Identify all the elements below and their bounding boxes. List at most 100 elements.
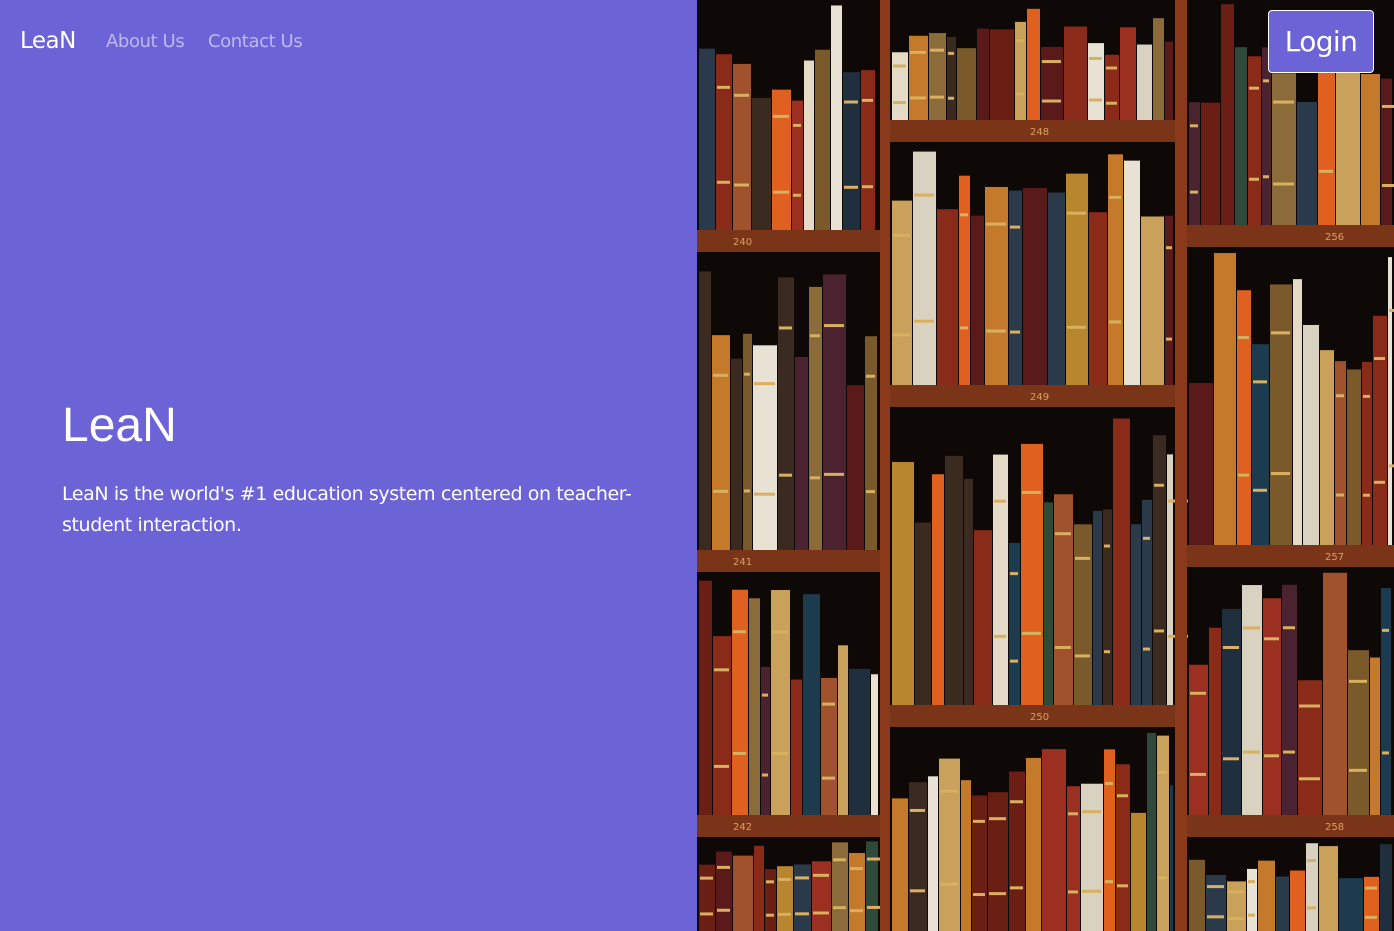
book-spine	[1347, 369, 1361, 545]
book-spine	[815, 49, 830, 231]
book-band	[1154, 629, 1164, 633]
book-spine	[1323, 572, 1347, 815]
book-band	[1271, 472, 1290, 476]
book-band	[1253, 380, 1267, 384]
book-band	[1238, 473, 1249, 477]
book-band	[779, 473, 792, 477]
book-band	[824, 472, 844, 476]
book-spine	[1276, 876, 1289, 931]
book-band	[1374, 357, 1385, 361]
book-spine	[1201, 102, 1220, 225]
book-band	[866, 490, 875, 494]
book-spine	[1113, 418, 1130, 705]
book-band	[1089, 98, 1102, 102]
book-spine	[1116, 764, 1130, 931]
book-spine	[1235, 47, 1247, 226]
book-band	[1067, 325, 1086, 329]
book-spine	[1157, 735, 1169, 931]
book-spine	[866, 841, 878, 931]
book-spine	[957, 48, 976, 120]
book-band	[1117, 794, 1128, 798]
book-spine	[892, 462, 914, 705]
book-band	[1238, 336, 1249, 340]
book-band	[833, 858, 846, 862]
book-band	[914, 319, 934, 323]
book-band	[850, 909, 863, 913]
book-spine	[915, 522, 931, 705]
book-spine	[792, 100, 803, 230]
book-band	[795, 912, 809, 916]
book-band	[717, 908, 730, 912]
shelf-number-label: 240	[733, 237, 752, 248]
book-band	[850, 867, 863, 871]
book-band	[893, 101, 906, 105]
book-band	[1389, 464, 1394, 468]
book-band	[1105, 880, 1113, 884]
book-band	[713, 489, 728, 493]
book-spine	[1048, 192, 1065, 385]
book-band	[700, 876, 713, 880]
book-band	[1010, 886, 1023, 890]
book-spine	[865, 336, 877, 550]
book-spine	[699, 271, 711, 550]
book-spine	[699, 580, 712, 815]
book-band	[1207, 915, 1224, 919]
book-band	[948, 51, 954, 55]
book-spine	[993, 454, 1008, 705]
book-spine	[803, 594, 820, 815]
book-spine	[1044, 502, 1053, 705]
book-spine	[961, 780, 971, 931]
book-band	[1299, 777, 1320, 781]
book-spine	[985, 186, 1008, 385]
book-band	[1106, 101, 1117, 105]
book-spine	[892, 798, 908, 931]
book-band	[1249, 86, 1259, 90]
book-spine	[1221, 4, 1234, 225]
book-band	[973, 893, 985, 897]
book-spine	[1381, 588, 1391, 815]
book-spine	[1103, 509, 1112, 705]
book-band	[1075, 654, 1090, 658]
book-band	[734, 183, 749, 187]
book-spine	[832, 842, 848, 931]
book-band	[1382, 104, 1394, 108]
book-spine	[1206, 875, 1226, 931]
login-button[interactable]: Login	[1268, 10, 1374, 73]
book-spine	[1009, 190, 1022, 385]
book-band	[1273, 182, 1294, 186]
nav-link-about-us[interactable]: About Us	[106, 31, 185, 52]
book-band	[989, 892, 1006, 896]
book-spine	[1298, 680, 1322, 815]
brand-logo[interactable]: LeaN	[20, 28, 76, 54]
book-band	[930, 95, 944, 99]
nav-link-contact-us[interactable]: Contact Us	[208, 31, 303, 52]
book-band	[1336, 394, 1344, 398]
book-spine	[1222, 608, 1241, 815]
book-band	[1166, 337, 1172, 341]
book-spine	[1027, 8, 1040, 121]
book-band	[1249, 177, 1259, 181]
book-spine	[849, 853, 865, 931]
book-band	[700, 912, 713, 916]
book-spine	[733, 855, 753, 931]
book-spine	[1021, 443, 1043, 705]
book-band	[714, 668, 729, 672]
shelf-board	[697, 815, 880, 837]
book-spine	[1364, 876, 1379, 931]
book-spine	[1339, 878, 1363, 931]
book-band	[1154, 483, 1164, 487]
book-spine	[1009, 771, 1025, 931]
book-spine	[972, 795, 987, 931]
book-spine	[716, 54, 732, 230]
book-band	[1158, 770, 1167, 774]
book-band	[810, 476, 820, 480]
book-spine	[838, 645, 848, 815]
book-band	[717, 865, 730, 869]
book-spine	[1272, 73, 1296, 225]
book-spine	[1165, 41, 1173, 120]
book-spine	[1067, 786, 1080, 931]
book-band	[948, 96, 954, 100]
book-band	[773, 114, 789, 118]
book-band	[1228, 890, 1244, 894]
book-band	[1248, 913, 1255, 917]
